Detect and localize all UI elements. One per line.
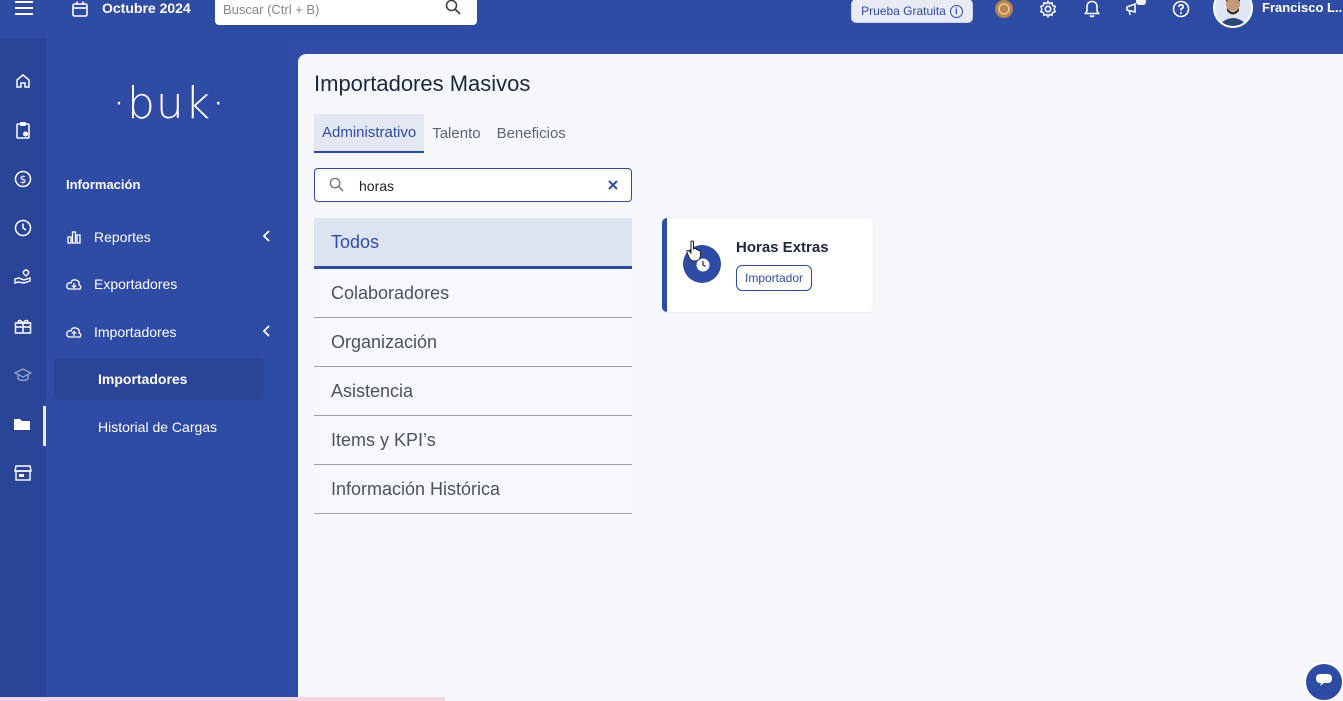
nav-item-label: Exportadores <box>94 276 178 292</box>
period-selector[interactable]: Octubre 2024 <box>102 0 191 16</box>
global-search[interactable] <box>215 0 477 25</box>
tab-bar: Administrativo Talento Beneficios <box>314 114 574 153</box>
nav-item-importadores[interactable]: Importadores <box>66 320 270 344</box>
rail-clipboard[interactable] <box>0 112 46 152</box>
info-icon: i <box>949 4 963 18</box>
nav-item-exportadores[interactable]: Exportadores <box>66 272 266 296</box>
rail-wellbeing[interactable] <box>0 259 46 299</box>
rail-attendance[interactable] <box>0 210 46 250</box>
hamburger-menu-icon[interactable] <box>12 0 36 16</box>
store-icon <box>14 464 32 486</box>
chat-button[interactable] <box>1304 662 1343 701</box>
clock-icon <box>14 219 32 242</box>
section-nav: ·buk· Información Reportes Exportadores … <box>46 38 282 701</box>
dollar-circle-icon: $ <box>14 170 32 193</box>
settings-gear-icon[interactable] <box>1037 0 1059 20</box>
importer-card-horas-extras[interactable]: Horas Extras Importador <box>662 218 873 312</box>
module-rail: $ <box>0 38 46 701</box>
main-content: Importadores Masivos Administrativo Tale… <box>298 54 1343 701</box>
category-item-items-kpis[interactable]: Items y KPI’s <box>314 416 632 465</box>
nav-item-reportes[interactable]: Reportes <box>66 225 270 249</box>
category-item-colaboradores[interactable]: Colaboradores <box>314 269 632 318</box>
bottom-progress-strip <box>0 697 445 701</box>
buk-logo: ·buk· <box>112 77 227 129</box>
importer-search[interactable] <box>314 168 632 202</box>
category-list: Todos Colaboradores Organización Asisten… <box>314 218 632 514</box>
importer-card-title: Horas Extras <box>736 239 829 256</box>
user-avatar[interactable] <box>1213 0 1253 28</box>
bar-chart-icon <box>66 229 82 245</box>
help-icon[interactable] <box>1170 0 1192 20</box>
cloud-upload-icon <box>66 324 82 340</box>
nav-section-title: Información <box>66 177 141 192</box>
rail-benefits[interactable] <box>0 308 46 348</box>
category-item-organizacion[interactable]: Organización <box>314 318 632 367</box>
category-item-todos[interactable]: Todos <box>314 218 632 269</box>
rail-home[interactable] <box>0 63 46 103</box>
chevron-left-icon <box>260 324 276 340</box>
chat-icon <box>1315 673 1333 692</box>
category-item-asistencia[interactable]: Asistencia <box>314 367 632 416</box>
nav-item-label: Importadores <box>94 324 177 340</box>
notifications-bell-icon[interactable] <box>1082 0 1102 20</box>
cloud-download-icon <box>66 276 82 292</box>
clipboard-icon <box>15 121 31 144</box>
calendar-icon[interactable] <box>70 0 90 18</box>
category-item-informacion-historica[interactable]: Información Histórica <box>314 465 632 514</box>
top-bar: Octubre 2024 Prueba Gratuita i Francisco… <box>0 0 1343 38</box>
rail-information[interactable] <box>0 406 46 446</box>
tab-administrativo[interactable]: Administrativo <box>314 114 425 153</box>
clear-search-icon[interactable] <box>607 178 621 192</box>
importer-type-badge: Importador <box>736 265 813 291</box>
nav-sub-historial-de-cargas[interactable]: Historial de Cargas <box>54 406 264 448</box>
gift-icon <box>14 318 32 339</box>
page-title: Importadores Masivos <box>314 71 531 96</box>
user-name[interactable]: Francisco L... <box>1262 0 1343 16</box>
folder-icon <box>13 417 31 436</box>
rail-learning[interactable] <box>0 357 46 397</box>
home-icon <box>15 73 31 94</box>
nav-sub-importadores[interactable]: Importadores <box>54 358 264 400</box>
announcements-megaphone-icon[interactable] <box>1125 0 1147 20</box>
tab-talento[interactable]: Talento <box>424 114 488 153</box>
tab-beneficios[interactable]: Beneficios <box>489 114 574 153</box>
nav-item-label: Reportes <box>94 229 151 245</box>
coin-icon[interactable] <box>993 0 1015 20</box>
free-trial-button[interactable]: Prueba Gratuita i <box>851 0 973 23</box>
hand-cursor-icon <box>686 240 704 264</box>
search-icon <box>329 177 345 193</box>
rail-payroll[interactable]: $ <box>0 161 46 201</box>
rail-store[interactable] <box>0 455 46 495</box>
free-trial-label: Prueba Gratuita <box>861 4 946 18</box>
svg-text:$: $ <box>20 173 27 186</box>
hand-heart-icon <box>14 268 32 290</box>
search-icon[interactable] <box>445 0 463 17</box>
importer-search-input[interactable] <box>359 177 589 195</box>
graduation-cap-icon <box>13 367 33 387</box>
global-search-input[interactable] <box>223 0 443 18</box>
chevron-left-icon <box>260 229 276 245</box>
